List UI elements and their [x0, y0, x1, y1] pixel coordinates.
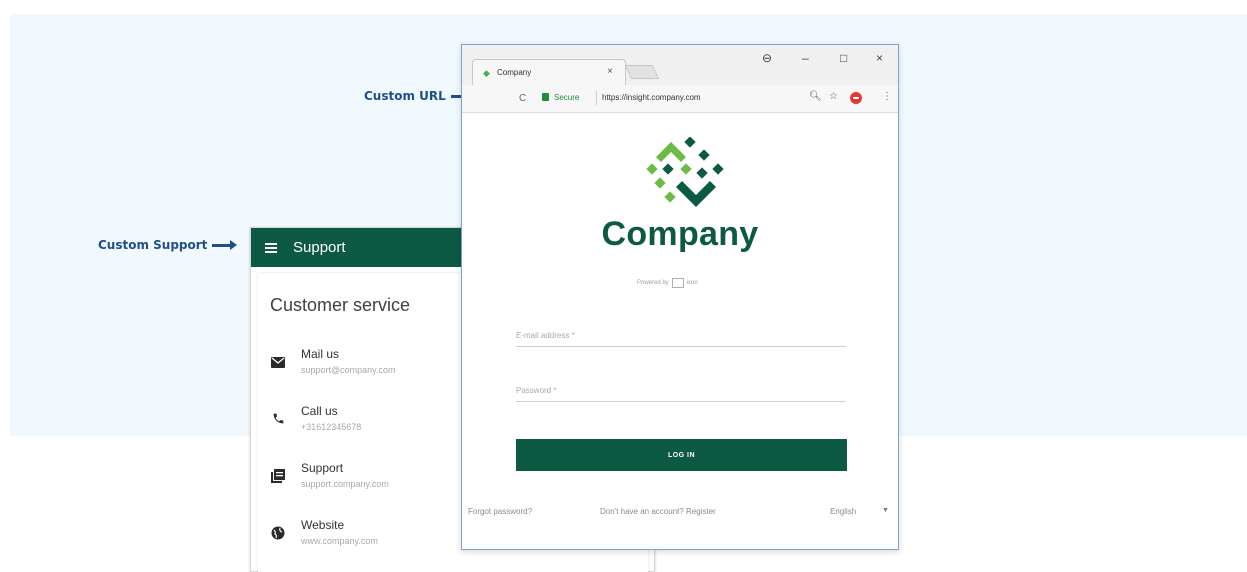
- support-item-label: Support: [301, 461, 344, 475]
- email-field[interactable]: [516, 325, 846, 347]
- address-bar[interactable]: C Secure https://insight.company.com 🔍︎ …: [462, 85, 898, 113]
- favicon-icon: ◆: [483, 68, 490, 78]
- callout-url-label: Custom URL: [364, 89, 446, 103]
- more-menu-icon[interactable]: ⋮: [882, 91, 892, 102]
- stage: Custom URL Custom Support Support Custom…: [0, 0, 1247, 572]
- close-window-icon[interactable]: ×: [876, 51, 883, 65]
- login-button[interactable]: LOG IN: [516, 439, 847, 471]
- chevron-down-icon[interactable]: ▼: [882, 507, 889, 514]
- reload-icon[interactable]: C: [519, 93, 526, 104]
- powered-by-brand: ixon: [686, 280, 698, 286]
- close-tab-icon[interactable]: ×: [607, 66, 613, 77]
- support-item-detail: www.company.com: [301, 536, 378, 546]
- customer-service-heading: Customer service: [270, 295, 411, 315]
- browser-tab[interactable]: ◆ Company ×: [472, 59, 626, 85]
- bookmark-star-icon[interactable]: ☆: [829, 91, 838, 102]
- tab-strip: ◆ Company × ⊖ – □ ×: [462, 45, 898, 85]
- support-item-detail: support.company.com: [301, 479, 389, 489]
- secure-label: Secure: [554, 93, 580, 102]
- powered-by: Powered by ixon: [637, 278, 698, 288]
- company-logo-icon: [646, 137, 724, 207]
- company-name: Company: [601, 215, 759, 253]
- support-item-detail: support@company.com: [301, 365, 396, 375]
- language-select[interactable]: English: [830, 507, 856, 516]
- menu-icon[interactable]: [265, 242, 279, 253]
- email-input[interactable]: [516, 325, 846, 340]
- support-item-label: Call us: [301, 404, 338, 418]
- minimize-icon[interactable]: –: [802, 51, 809, 65]
- support-item-label: Website: [301, 518, 345, 532]
- browser-window: ◆ Company × ⊖ – □ × C Secure https://ins…: [461, 44, 899, 550]
- register-link[interactable]: Don't have an account? Register: [600, 507, 716, 516]
- password-field[interactable]: [516, 380, 846, 402]
- maximize-icon[interactable]: □: [840, 51, 847, 65]
- new-tab-button[interactable]: [624, 65, 660, 79]
- globe-icon: [270, 526, 286, 542]
- support-item-label: Mail us: [301, 347, 340, 361]
- password-input[interactable]: [516, 380, 846, 395]
- arrow-right-icon: [212, 239, 238, 250]
- zoom-icon[interactable]: 🔍︎: [809, 91, 822, 102]
- support-item-detail: +31612345678: [301, 422, 362, 432]
- phone-icon: [270, 412, 286, 428]
- forgot-password-link[interactable]: Forgot password?: [468, 507, 532, 516]
- support-bar-title: Support: [293, 239, 346, 256]
- powered-by-label: Powered by: [637, 280, 669, 286]
- address-divider: [596, 91, 597, 105]
- callout-support-label: Custom Support: [98, 238, 208, 252]
- mail-icon: [270, 355, 286, 371]
- lock-icon: [542, 93, 549, 101]
- adblock-icon[interactable]: [850, 92, 862, 104]
- ixon-logo-icon: [671, 278, 684, 288]
- profile-icon[interactable]: ⊖: [762, 51, 772, 65]
- book-icon: [270, 469, 286, 485]
- tab-title: Company: [497, 68, 532, 77]
- callout-custom-support: Custom Support: [98, 238, 238, 252]
- url-text[interactable]: https://insight.company.com: [602, 93, 701, 102]
